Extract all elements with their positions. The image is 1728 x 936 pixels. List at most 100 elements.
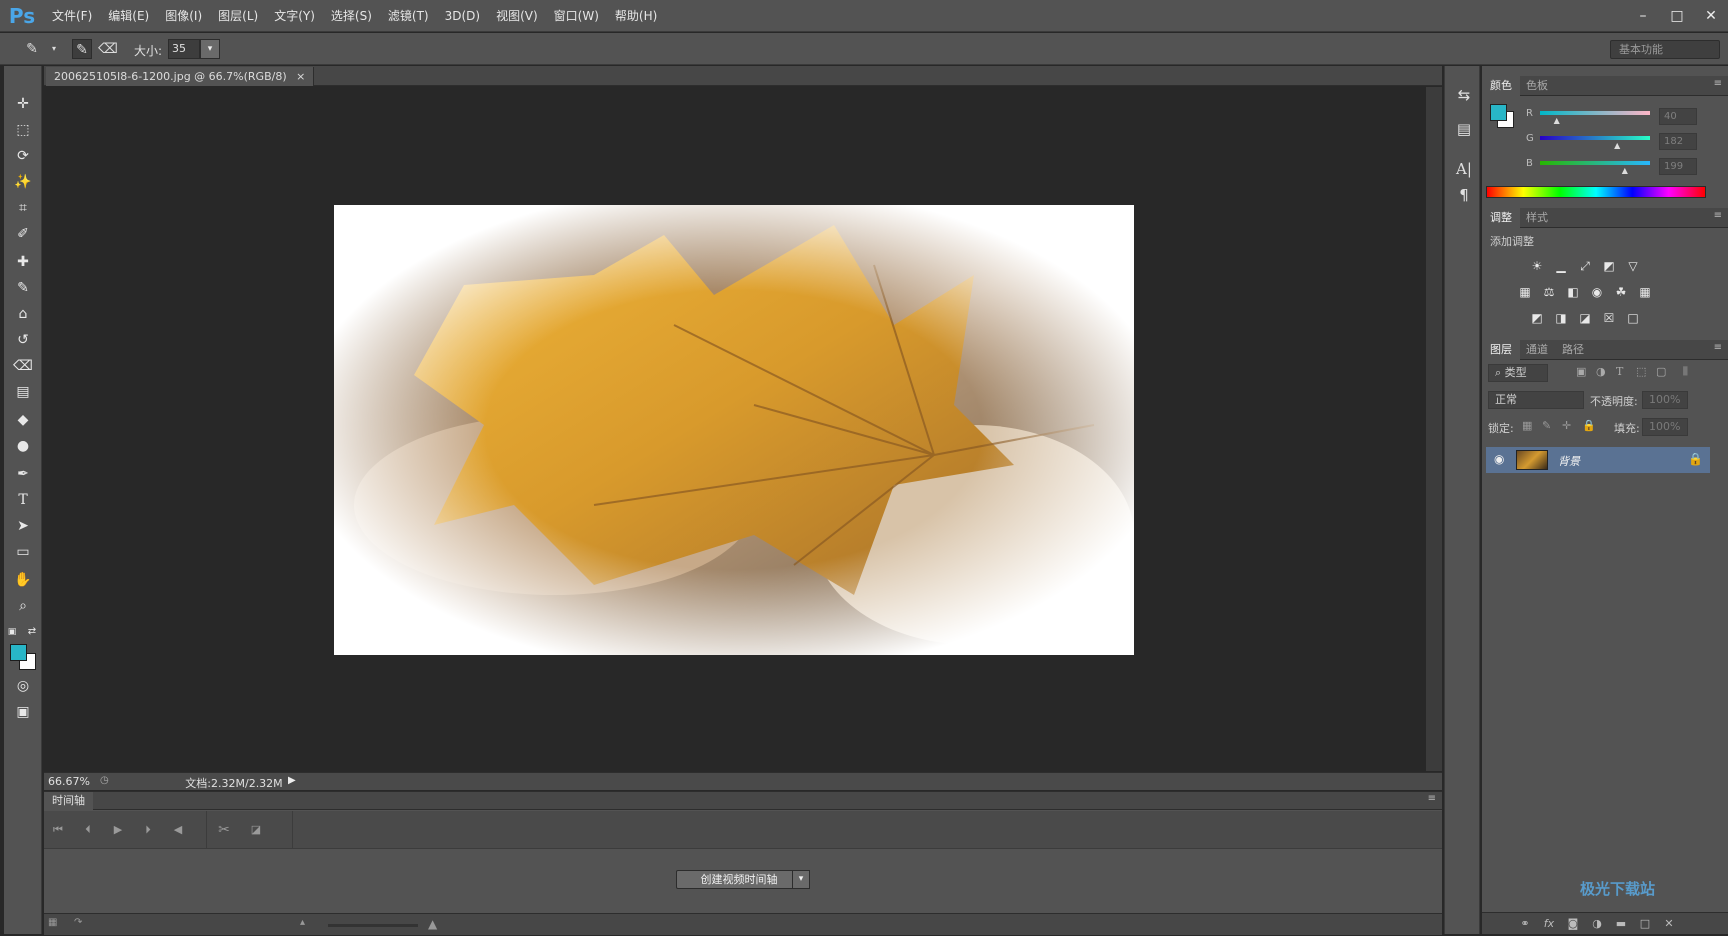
levels-icon[interactable]: ▁ [1552,258,1570,274]
menu-filter[interactable]: 滤镜(T) [380,0,437,32]
path-selection-tool-icon[interactable]: ➤ [12,516,34,536]
menu-3d[interactable]: 3D(D) [437,0,488,32]
lock-all-icon[interactable]: 🔒 [1582,419,1596,432]
transition-icon[interactable]: ◪ [246,821,266,839]
preset-dropdown-icon[interactable]: ▾ [44,39,64,59]
magic-wand-tool-icon[interactable]: ✨ [12,172,34,192]
frame-animation-icon[interactable]: ▦ [48,917,57,928]
color-panel-menu-icon[interactable]: ≡ [1714,78,1722,89]
blur-tool-icon[interactable]: ◆ [12,410,34,430]
gradient-map-icon[interactable]: ☒ [1600,310,1618,326]
size-dropdown-button[interactable]: ▾ [200,39,220,59]
color-balance-icon[interactable]: ⚖ [1540,284,1558,300]
filter-toggle-icon[interactable]: ▮ [1682,363,1689,377]
tab-styles[interactable]: 样式 [1518,208,1556,228]
black-white-icon[interactable]: ◧ [1564,284,1582,300]
character-panel-icon[interactable]: A| [1453,158,1475,180]
gradient-tool-icon[interactable]: ▤ [12,382,34,402]
blue-slider[interactable] [1540,161,1650,165]
menu-type[interactable]: 文字(Y) [266,0,323,32]
create-video-dropdown-button[interactable]: ▾ [792,870,810,889]
new-layer-icon[interactable]: □ [1636,917,1654,930]
channel-mixer-icon[interactable]: ☘ [1612,284,1630,300]
new-group-icon[interactable]: ▬ [1612,917,1630,930]
color-spectrum-bar[interactable] [1486,186,1706,198]
eraser-tool-icon[interactable]: ⌫ [12,356,34,376]
foreground-color-swatch[interactable] [10,644,27,661]
exposure-icon[interactable]: ◩ [1600,258,1618,274]
menu-help[interactable]: 帮助(H) [607,0,665,32]
rectangle-tool-icon[interactable]: ▭ [12,542,34,562]
menu-view[interactable]: 视图(V) [488,0,546,32]
history-brush-tool-icon[interactable]: ↺ [12,330,34,350]
status-menu-arrow-icon[interactable]: ▶ [288,775,296,786]
zoom-tool-icon[interactable]: ⌕ [12,596,34,616]
curves-icon[interactable]: ⤢ [1576,258,1594,274]
zoom-out-timeline-icon[interactable]: ▴ [300,917,305,928]
blend-mode-select[interactable]: 正常 [1488,391,1584,409]
vertical-scrollbar[interactable] [1426,87,1442,771]
vibrance-icon[interactable]: ▽ [1624,258,1642,274]
history-panel-icon[interactable]: ⇆ [1453,84,1475,106]
menu-file[interactable]: 文件(F) [44,0,100,32]
document-image[interactable] [334,205,1134,655]
timeline-tab[interactable]: 时间轴 [44,792,93,810]
brush-tool-icon[interactable]: ✎ [12,278,34,298]
delete-layer-icon[interactable]: ✕ [1660,917,1678,930]
split-scissors-icon[interactable]: ✂ [214,821,234,839]
tab-color[interactable]: 颜色 [1482,76,1520,96]
tab-channels[interactable]: 通道 [1518,340,1556,360]
minimize-button[interactable]: – [1626,5,1660,27]
default-colors-icon[interactable]: ▣ [6,622,18,642]
blue-value[interactable]: 199 [1659,158,1697,175]
menu-window[interactable]: 窗口(W) [546,0,607,32]
create-video-timeline-button[interactable]: 创建视频时间轴 [676,870,802,889]
lock-transparent-icon[interactable]: ▦ [1522,419,1532,432]
move-tool-icon[interactable]: ✛ [12,94,34,114]
menu-edit[interactable]: 编辑(E) [100,0,157,32]
document-close-icon[interactable]: × [296,70,305,83]
filter-shape-icon[interactable]: ⬚ [1636,365,1646,378]
layer-style-fx-icon[interactable]: fx [1540,917,1558,930]
pen-tool-icon[interactable]: ✒ [12,464,34,484]
layer-filter-kind-select[interactable]: ⌕ 类型 [1488,364,1548,382]
stamp-tool-icon[interactable]: ⌂ [12,304,34,324]
green-value[interactable]: 182 [1659,133,1697,150]
layers-panel-menu-icon[interactable]: ≡ [1714,342,1722,353]
hue-saturation-icon[interactable]: ▦ [1516,284,1534,300]
marquee-tool-icon[interactable]: ⬚ [12,120,34,140]
menu-image[interactable]: 图像(I) [157,0,210,32]
zoom-level[interactable]: 66.67% [48,775,90,788]
filter-type-icon[interactable]: T [1616,365,1623,378]
next-frame-icon[interactable]: ⏵ [138,821,158,839]
type-tool-icon[interactable]: T [12,490,34,510]
swap-colors-icon[interactable]: ⇄ [26,622,38,642]
color-panel-fg-swatch[interactable] [1490,104,1507,121]
brightness-contrast-icon[interactable]: ☀ [1528,258,1546,274]
blue-slider-thumb[interactable]: ▲ [1622,166,1628,175]
previous-frame-icon[interactable]: ⏴ [78,821,98,839]
timeline-menu-icon[interactable]: ≡ [1428,793,1436,804]
brush-preset-icon[interactable]: ✎ [22,39,42,59]
red-slider[interactable] [1540,111,1650,115]
document-tab[interactable]: 200625105I8-6-1200.jpg @ 66.7%(RGB/8) × [46,67,315,86]
convert-icon[interactable]: ↷ [74,917,82,928]
opacity-input[interactable]: 100% [1642,391,1688,409]
audio-icon[interactable]: ◀ [168,821,188,839]
red-value[interactable]: 40 [1659,108,1697,125]
red-slider-thumb[interactable]: ▲ [1554,116,1560,125]
filter-smart-object-icon[interactable]: ▢ [1656,365,1666,378]
lasso-tool-icon[interactable]: ⟳ [12,146,34,166]
visibility-eye-icon[interactable]: ◉ [1494,452,1508,468]
healing-brush-tool-icon[interactable]: ✚ [12,252,34,272]
dodge-tool-icon[interactable]: ● [12,436,34,456]
hand-tool-icon[interactable]: ✋ [12,570,34,590]
info-icon[interactable]: ◷ [100,775,109,786]
adjustments-panel-menu-icon[interactable]: ≡ [1714,210,1722,221]
size-input[interactable]: 35 [168,39,200,59]
properties-panel-icon[interactable]: ▤ [1453,118,1475,140]
photo-filter-icon[interactable]: ◉ [1588,284,1606,300]
tab-swatches[interactable]: 色板 [1518,76,1556,96]
screen-mode-icon[interactable]: ▣ [12,702,34,722]
tab-layers[interactable]: 图层 [1482,340,1520,360]
